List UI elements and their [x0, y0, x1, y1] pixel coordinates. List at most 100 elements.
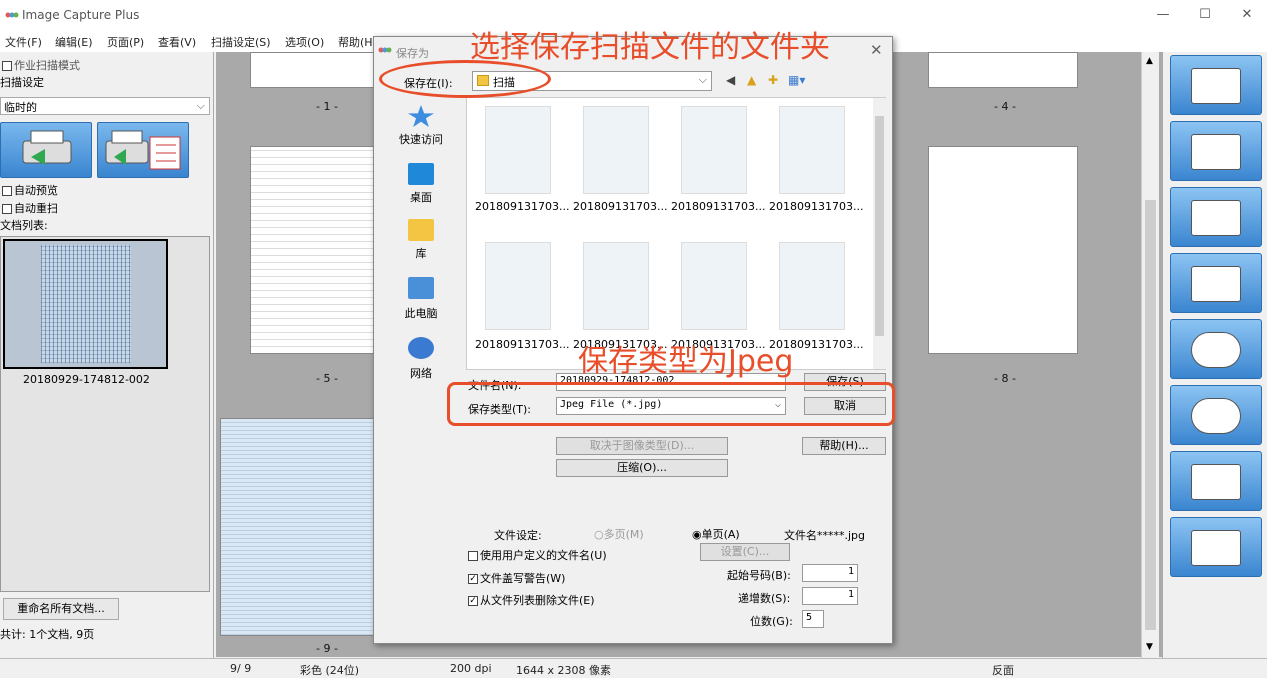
file-list: 201809131703... 201809131703... 20180913…	[466, 97, 886, 370]
server-transfer-button[interactable]	[1170, 187, 1262, 247]
file-name[interactable]: 201809131703...	[671, 200, 765, 213]
doc-thumbnail[interactable]	[3, 239, 168, 369]
menu-file[interactable]: 文件(F)	[5, 34, 42, 50]
network-server-icon	[1191, 464, 1241, 500]
scroll-up-icon[interactable]: ▲	[1146, 56, 1153, 66]
single-page-radio[interactable]: ◉单页(A)	[692, 526, 740, 542]
page-thumb-9[interactable]	[220, 418, 390, 636]
batch-mode-checkbox[interactable]: 作业扫描模式	[2, 57, 80, 73]
edit-button[interactable]	[1170, 517, 1262, 577]
dialog-close-button[interactable]: ✕	[870, 41, 883, 59]
settings-button[interactable]: 设置(C)...	[700, 543, 790, 561]
cloud-button[interactable]	[1170, 319, 1262, 379]
page-number-9: - 9 -	[316, 642, 338, 655]
page-number-5: - 5 -	[316, 372, 338, 385]
scan-button[interactable]	[0, 122, 92, 178]
digits-label: 位数(G):	[750, 615, 793, 628]
print-button[interactable]	[1170, 253, 1262, 313]
server-transfer-icon	[1191, 200, 1241, 236]
minimize-button[interactable]: —	[1148, 5, 1178, 25]
menu-help[interactable]: 帮助(H)	[338, 34, 377, 50]
remove-from-list-checkbox[interactable]: ✓ 从文件列表删除文件(E)	[468, 592, 595, 608]
send-to-server-button[interactable]	[1170, 55, 1262, 115]
digits-input[interactable]: 5	[802, 610, 824, 628]
chevron-down-icon: ⌵	[698, 73, 707, 86]
network-server-button[interactable]	[1170, 451, 1262, 511]
cloud-icon	[1191, 332, 1241, 368]
file-thumb[interactable]	[681, 242, 747, 330]
file-name[interactable]: 201809131703...	[475, 338, 569, 351]
menu-options[interactable]: 选项(O)	[285, 34, 324, 50]
nav-desktop[interactable]: 桌面	[388, 189, 454, 205]
auto-rescan-checkbox[interactable]: 自动重扫	[2, 200, 58, 216]
dialog-app-icon	[378, 45, 392, 58]
auto-preview-checkbox[interactable]: 自动预览	[2, 182, 58, 198]
vertical-scrollbar[interactable]: ▲ ▼	[1141, 52, 1159, 658]
file-list-scrollbar[interactable]	[873, 98, 886, 369]
maximize-button[interactable]: ☐	[1190, 5, 1220, 25]
file-thumb[interactable]	[779, 242, 845, 330]
file-list-scroll-thumb[interactable]	[875, 116, 884, 336]
doc-name: 20180929-174812-002	[23, 373, 150, 386]
view-menu-icon[interactable]: ▦▾	[788, 73, 805, 87]
file-thumb[interactable]	[681, 106, 747, 194]
single-page-label: 单页(A)	[701, 528, 740, 541]
file-name[interactable]: 201809131703...	[573, 200, 667, 213]
page-thumb-8[interactable]	[928, 146, 1078, 354]
nav-library[interactable]: 库	[388, 245, 454, 261]
nav-this-pc[interactable]: 此电脑	[388, 305, 454, 321]
server-icon	[1191, 68, 1241, 104]
file-thumb[interactable]	[583, 242, 649, 330]
doc-page-preview	[41, 245, 131, 363]
total-count: 共计: 1个文档, 9页	[0, 628, 95, 641]
email-icon	[1191, 134, 1241, 170]
doc-list: 20180929-174812-002	[0, 236, 210, 592]
menu-view[interactable]: 查看(V)	[158, 34, 196, 50]
up-folder-icon[interactable]: ▲	[747, 73, 756, 87]
annotation-choose-folder: 选择保存扫描文件的文件夹	[470, 30, 830, 65]
scan-settings-select[interactable]: 临时的 ⌵	[0, 97, 210, 115]
page-number-1: - 1 -	[316, 100, 338, 113]
remove-label: 从文件列表删除文件(E)	[480, 594, 595, 607]
new-folder-icon[interactable]: ✚	[768, 73, 778, 87]
menu-page[interactable]: 页面(P)	[107, 34, 144, 50]
nav-quick-access[interactable]: 快速访问	[388, 131, 454, 147]
app-icon	[5, 10, 19, 20]
use-custom-label: 使用用户定义的文件名(U)	[480, 549, 607, 562]
rename-all-button[interactable]: 重命名所有文档...	[3, 598, 119, 620]
file-thumb[interactable]	[583, 106, 649, 194]
file-thumb[interactable]	[485, 242, 551, 330]
file-thumb[interactable]	[779, 106, 845, 194]
right-panel	[1162, 52, 1267, 658]
help-button[interactable]: 帮助(H)...	[802, 437, 886, 455]
use-custom-filename-checkbox[interactable]: 使用用户定义的文件名(U)	[468, 547, 607, 563]
nav-network[interactable]: 网络	[388, 365, 454, 381]
send-email-button[interactable]	[1170, 121, 1262, 181]
increment-input[interactable]: 1	[802, 587, 858, 605]
auto-rescan-label: 自动重扫	[14, 202, 58, 215]
page-thumb-4[interactable]	[928, 52, 1078, 88]
close-button[interactable]: ✕	[1232, 5, 1262, 25]
left-panel: 作业扫描模式 扫描设定 临时的 ⌵ 自动预览 自动重扫 文档列表: 201809…	[0, 52, 214, 658]
checkbox-checked-icon: ✓	[468, 596, 478, 606]
depends-on-image-type-button[interactable]: 取决于图像类型(D)...	[556, 437, 728, 455]
scroll-down-icon[interactable]: ▼	[1146, 642, 1153, 652]
menu-edit[interactable]: 编辑(E)	[55, 34, 93, 50]
file-thumb[interactable]	[485, 106, 551, 194]
pencil-icon	[1191, 530, 1241, 566]
start-number-input[interactable]: 1	[802, 564, 858, 582]
scan-settings-button[interactable]	[97, 122, 189, 178]
status-dpi: 200 dpi	[450, 662, 492, 675]
file-name[interactable]: 201809131703...	[475, 200, 569, 213]
file-name[interactable]: 201809131703...	[769, 200, 863, 213]
overwrite-warning-checkbox[interactable]: ✓ 文件盖写警告(W)	[468, 570, 565, 586]
status-page: 9/ 9	[230, 662, 252, 675]
compress-button[interactable]: 压缩(O)...	[556, 459, 728, 477]
back-icon[interactable]: ◀	[726, 73, 735, 87]
online-icon	[1191, 398, 1241, 434]
menu-scan-settings[interactable]: 扫描设定(S)	[211, 34, 271, 50]
app-title: Image Capture Plus	[22, 8, 140, 22]
online-button[interactable]	[1170, 385, 1262, 445]
scroll-thumb[interactable]	[1145, 200, 1156, 630]
multi-page-radio[interactable]: ○多页(M)	[594, 526, 644, 542]
